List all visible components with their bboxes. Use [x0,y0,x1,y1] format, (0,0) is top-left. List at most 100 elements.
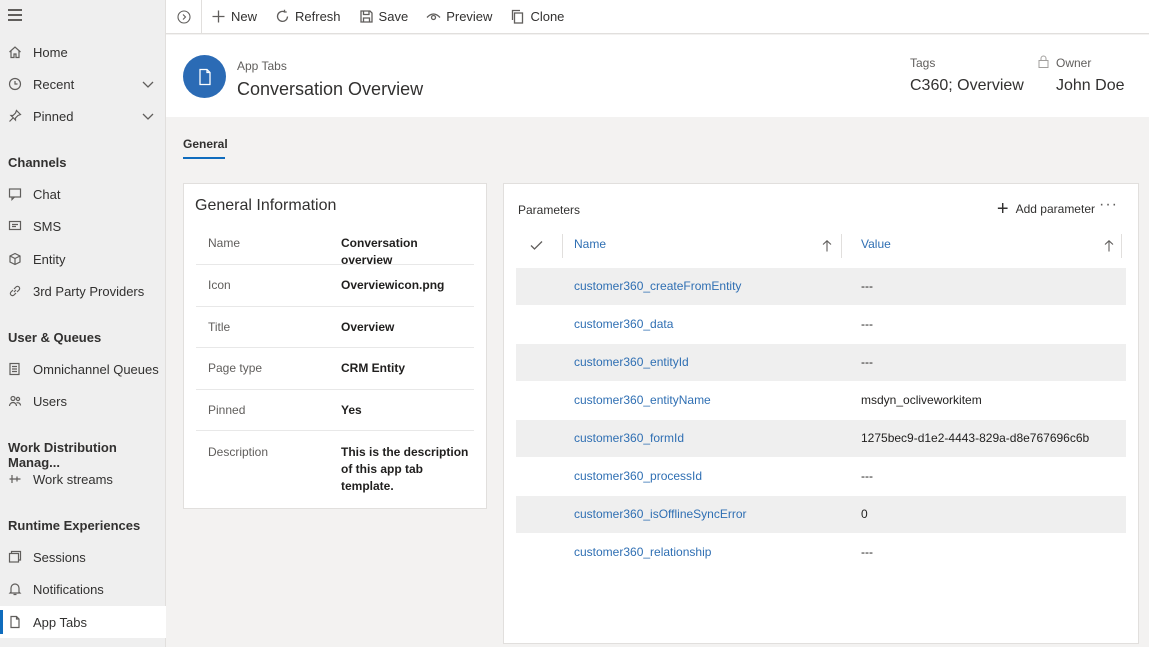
parameter-value: 0 [861,507,868,521]
table-row[interactable]: customer360_isOfflineSyncError 0 [516,496,1126,533]
nav-item-label: Recent [33,76,75,92]
refresh-icon [275,9,290,24]
field-row-pinned: Pinned Yes [196,390,474,431]
parameters-section: Parameters + Add parameter ··· Name Valu… [503,183,1139,644]
nav-item-recent[interactable]: Recent [0,68,166,100]
nav-item-home[interactable]: Home [0,36,166,68]
nav-item-entity[interactable]: Entity [0,243,166,275]
parameter-value: --- [861,469,873,483]
queue-icon [8,362,22,376]
field-value[interactable]: CRM Entity [341,360,471,377]
sort-ascending-icon[interactable] [1104,240,1114,252]
nav-group-header: Runtime Experiences [8,518,141,533]
chevron-down-icon[interactable] [142,110,154,122]
nav-item-chat[interactable]: Chat [0,178,166,210]
add-parameter-button[interactable]: + Add parameter [997,199,1095,219]
parameter-name-link[interactable]: customer360_isOfflineSyncError [574,507,747,521]
table-row[interactable]: customer360_processId --- [516,458,1126,495]
grid-header: Name Value [516,227,1126,265]
field-value[interactable]: Conversation overview [341,235,471,269]
nav-item-label: Home [33,44,68,60]
add-parameter-label: Add parameter [1015,202,1095,216]
nav-item-label: Users [33,393,67,409]
table-row[interactable]: customer360_formId 1275bec9-d1e2-4443-82… [516,420,1126,457]
nav-item-pinned[interactable]: Pinned [0,100,166,132]
table-row[interactable]: customer360_data --- [516,306,1126,343]
parameter-value: --- [861,355,873,369]
nav-item-3rd-party-providers[interactable]: 3rd Party Providers [0,275,166,307]
field-row-page-type: Page type CRM Entity [196,348,474,390]
chevron-down-icon[interactable] [142,78,154,90]
parameter-name-link[interactable]: customer360_entityId [574,355,689,369]
field-value[interactable]: Overviewicon.png [341,277,471,294]
preview-button[interactable]: Preview [417,0,501,34]
document-icon [198,68,211,85]
nav-item-sessions[interactable]: Sessions [0,541,166,573]
nav-item-app-tabs[interactable]: App Tabs [0,606,166,638]
users-icon [8,394,22,408]
column-header-name[interactable]: Name [574,237,606,251]
nav-item-sms[interactable]: SMS [0,210,166,242]
field-value[interactable]: This is the description of this app tab … [341,444,471,495]
clone-button[interactable]: Clone [501,0,573,34]
table-row[interactable]: customer360_entityName msdyn_ocliveworki… [516,382,1126,419]
entity-avatar [183,55,226,98]
record-header: App Tabs Conversation Overview Tags C360… [166,35,1149,117]
bell-icon [8,582,22,596]
field-value[interactable]: Overview [341,319,471,336]
parameter-name-link[interactable]: customer360_data [574,317,673,331]
section-title: General Information [195,197,337,214]
sort-ascending-icon[interactable] [822,240,832,252]
nav-item-work-streams[interactable]: Work streams [0,463,166,495]
parameter-name-link[interactable]: customer360_createFromEntity [574,279,741,293]
nav-item-notifications[interactable]: Notifications [0,573,166,605]
nav-item-label: Pinned [33,108,74,124]
field-label: Name [208,236,241,250]
parameter-value: --- [861,317,873,331]
command-bar: New Refresh Save Preview Clone [166,0,1149,34]
parameter-name-link[interactable]: customer360_formId [574,431,684,445]
hamburger-menu-icon[interactable] [8,9,22,21]
table-row[interactable]: customer360_relationship --- [516,534,1126,571]
select-all-checkmark-icon[interactable] [530,240,543,251]
sms-icon [8,219,22,233]
link-icon [8,284,22,298]
table-row[interactable]: customer360_entityId --- [516,344,1126,381]
owner-value[interactable]: John Doe [1056,77,1125,95]
parameter-name-link[interactable]: customer360_processId [574,469,702,483]
parameter-value: --- [861,545,873,559]
field-value[interactable]: Yes [341,402,471,419]
field-label: Pinned [208,403,246,417]
chat-icon [8,187,22,201]
owner-label: Owner [1056,56,1092,70]
parameter-value: 1275bec9-d1e2-4443-829a-d8e767696c6b [861,431,1090,445]
plus-icon [211,9,226,24]
save-button-label: Save [378,9,409,24]
table-row[interactable]: customer360_createFromEntity --- [516,268,1126,305]
more-commands-button[interactable]: ··· [1099,196,1118,214]
field-row-name: Name Conversation overview [196,224,474,267]
preview-button-label: Preview [446,9,493,24]
save-button[interactable]: Save [350,0,418,34]
clock-icon [8,77,22,91]
parameter-name-link[interactable]: customer360_relationship [574,545,711,559]
column-header-value[interactable]: Value [861,237,891,251]
sitemap-sidebar: Home Recent Pinned Channels Chat SMS Ent… [0,0,166,647]
nav-item-users[interactable]: Users [0,385,166,417]
lock-icon [1038,55,1049,68]
tags-value[interactable]: C360; Overview [910,77,1024,95]
new-button[interactable]: New [202,0,266,34]
nav-item-label: Notifications [33,581,104,597]
sessions-icon [8,550,22,564]
tags-label: Tags [910,56,936,70]
tab-general[interactable]: General [183,137,228,151]
parameter-name-link[interactable]: customer360_entityName [574,393,711,407]
page-title: Conversation Overview [237,79,424,99]
nav-item-label: Omnichannel Queues [33,361,159,377]
back-button[interactable] [166,0,202,34]
field-label: Page type [208,361,263,375]
field-row-icon: Icon Overviewicon.png [196,265,474,307]
nav-item-omnichannel-queues[interactable]: Omnichannel Queues [0,353,166,385]
column-divider [841,234,842,258]
refresh-button[interactable]: Refresh [266,0,350,34]
